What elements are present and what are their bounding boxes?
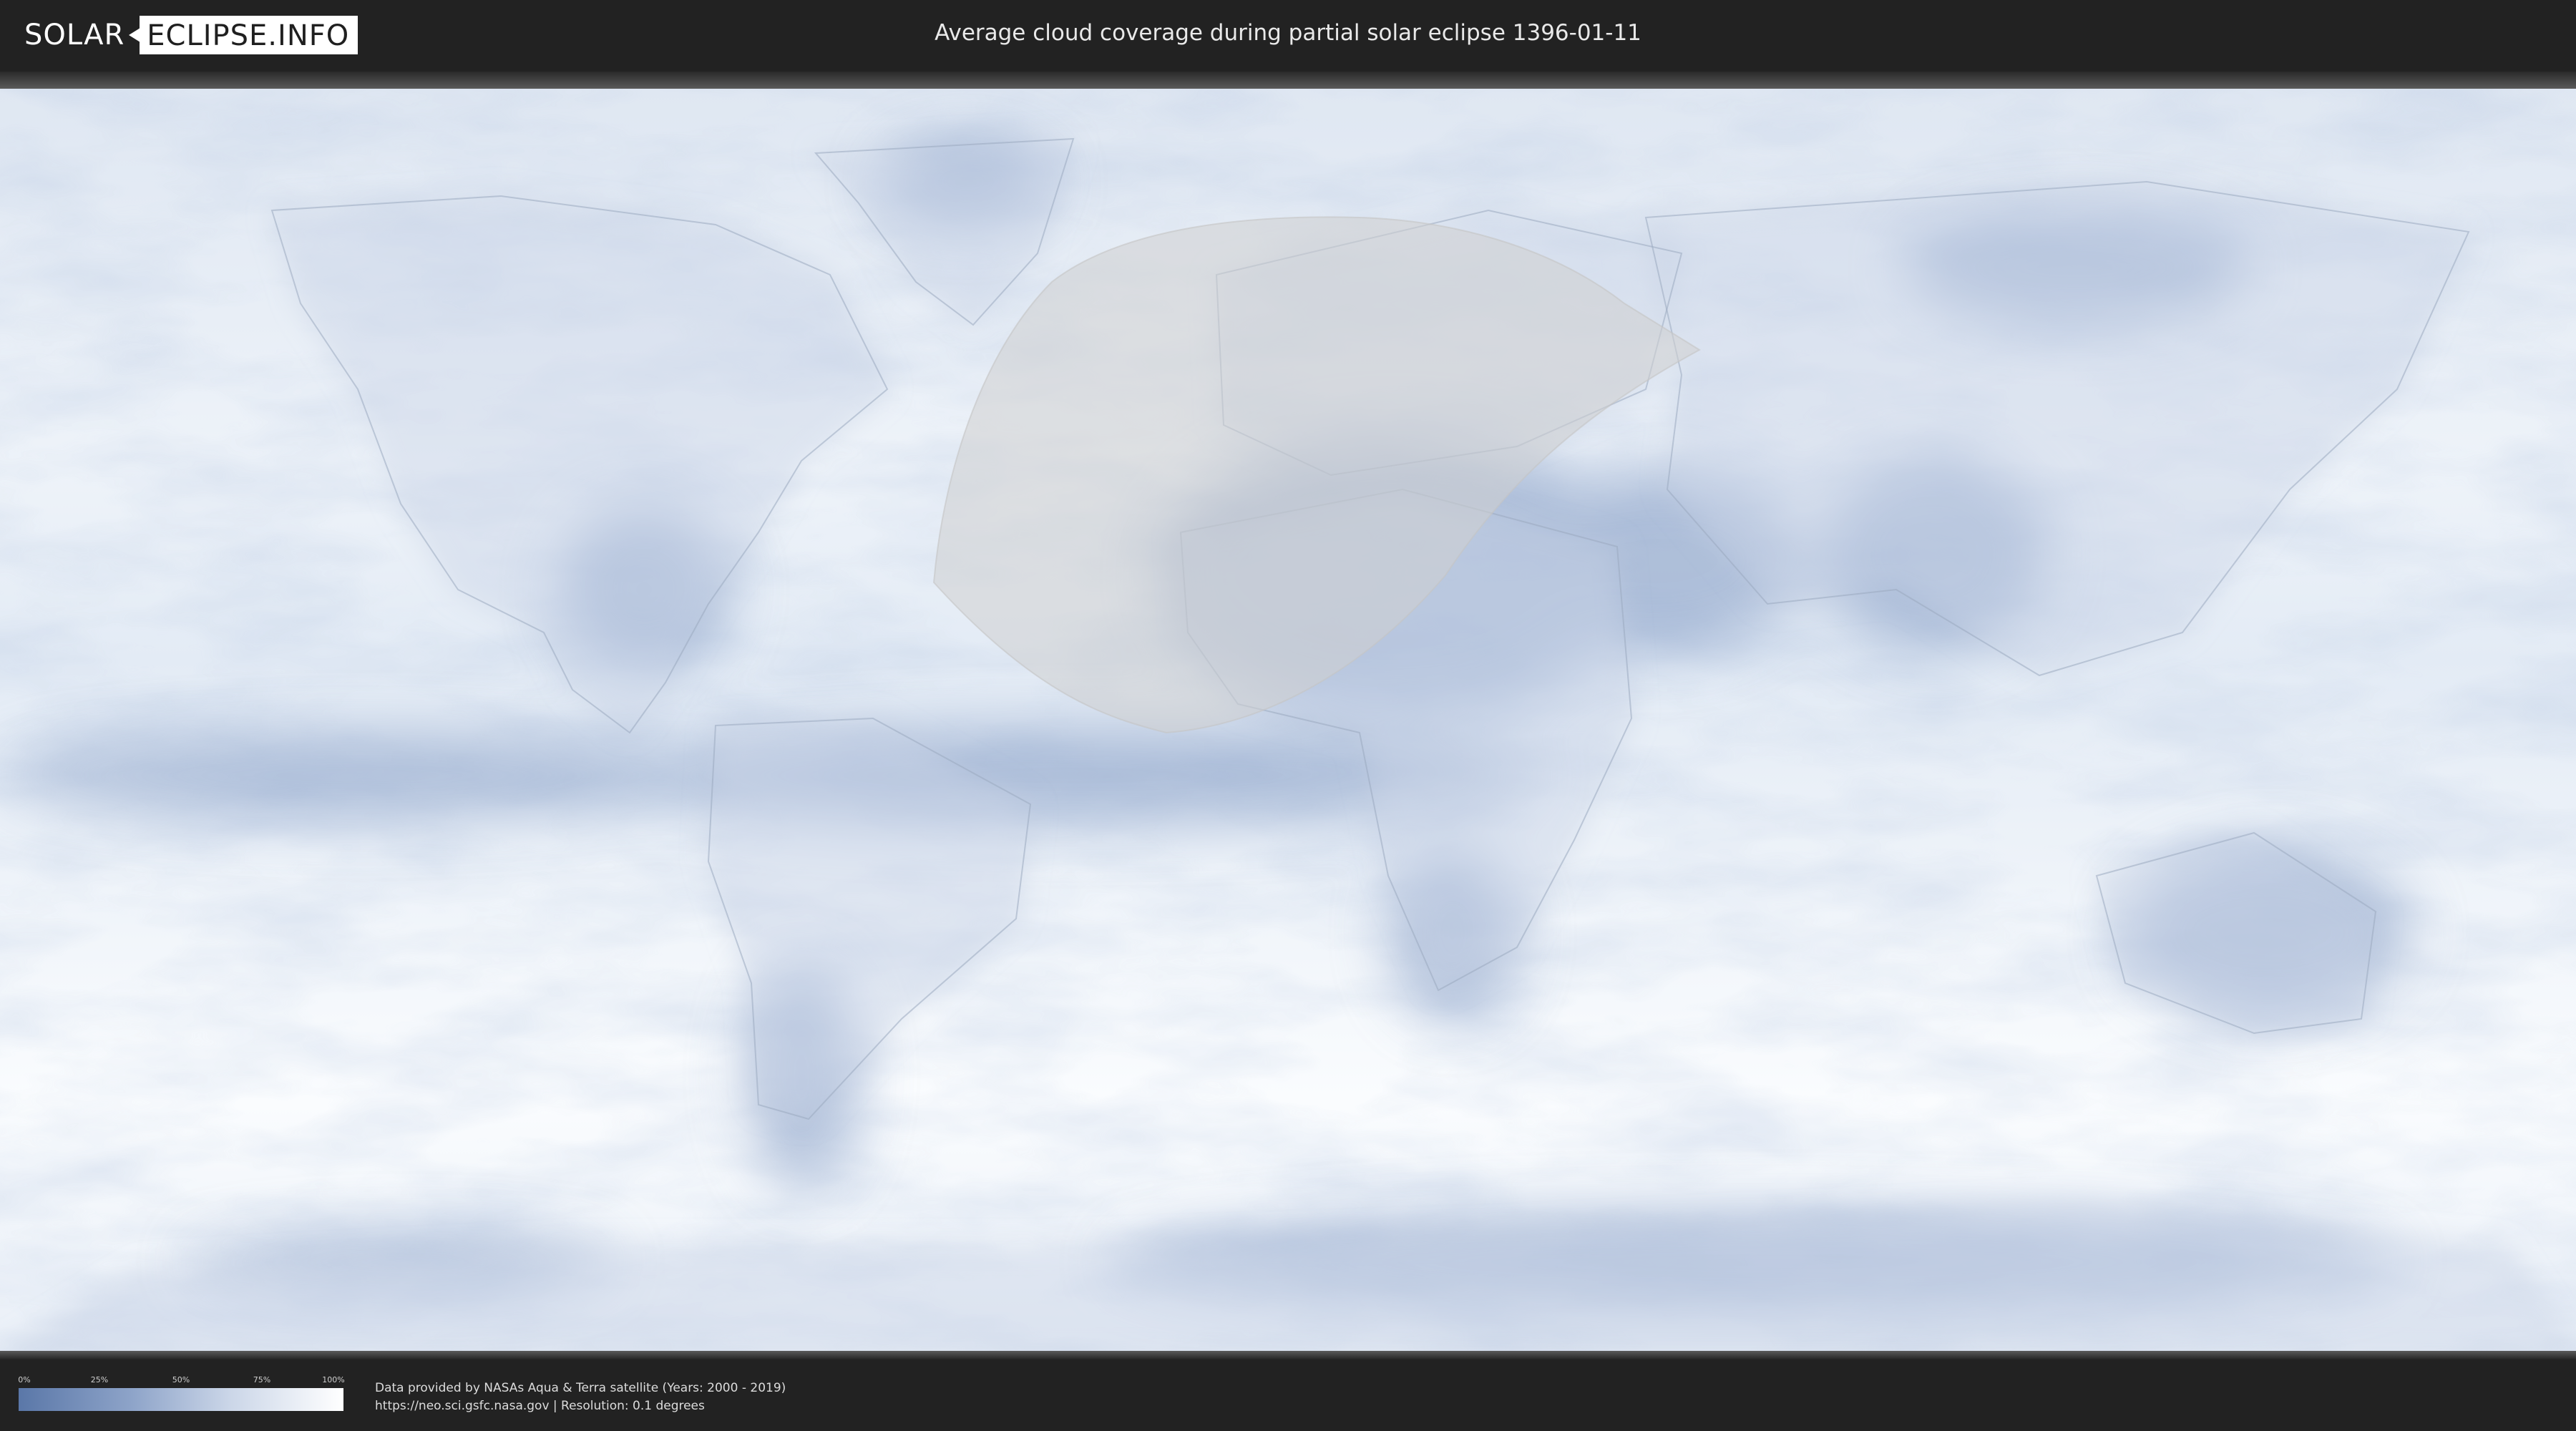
data-credits: Data provided by NASAs Aqua & Terra sate… — [375, 1379, 786, 1415]
legend-ticks: 0% 25% 50% 75% 100% — [18, 1375, 345, 1388]
map-frame-top — [0, 72, 2576, 89]
credit-line-url[interactable]: https://neo.sci.gsfc.nasa.gov | Resoluti… — [375, 1397, 786, 1415]
credit-line-source: Data provided by NASAs Aqua & Terra sate… — [375, 1381, 786, 1395]
app-root: SOLAR ECLIPSE.INFO Average cloud coverag… — [0, 0, 2576, 1431]
map-frame-bottom — [0, 1351, 2576, 1359]
header-bar: SOLAR ECLIPSE.INFO Average cloud coverag… — [0, 0, 2576, 72]
footer-bar: 0% 25% 50% 75% 100% Data provided by NAS… — [0, 1359, 2576, 1431]
legend-tick: 75% — [253, 1375, 271, 1384]
legend-tick: 50% — [172, 1375, 190, 1384]
cloud-coverage-legend: 0% 25% 50% 75% 100% — [18, 1375, 345, 1411]
legend-tick: 100% — [322, 1375, 345, 1384]
page-title: Average cloud coverage during partial so… — [935, 20, 1641, 46]
cloud-coverage-map[interactable] — [0, 89, 2576, 1355]
map-svg — [0, 89, 2576, 1355]
legend-tick: 25% — [90, 1375, 109, 1384]
legend-tick: 0% — [18, 1375, 31, 1384]
legend-gradient-bar — [19, 1388, 343, 1411]
